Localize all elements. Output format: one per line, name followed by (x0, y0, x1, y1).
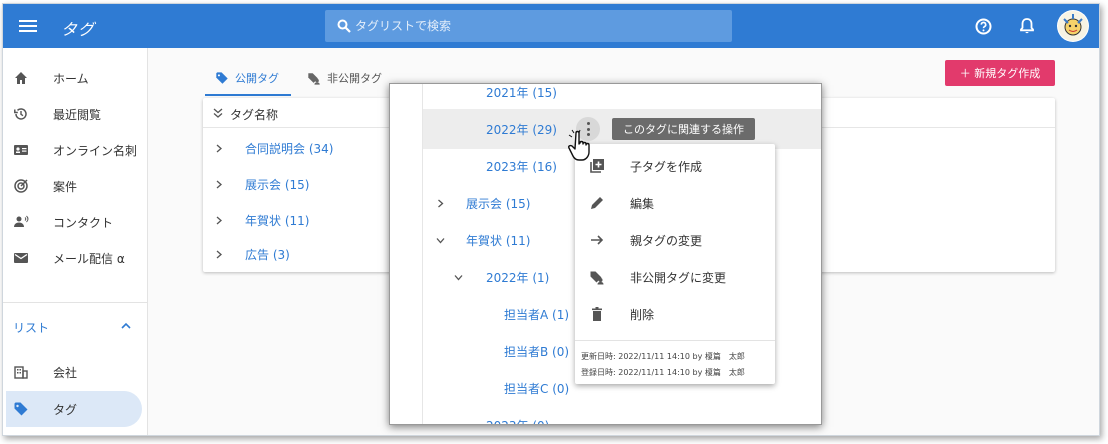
sidebar-item-label: コンタクト (53, 216, 114, 230)
sidebar-item-label: 案件 (53, 180, 78, 194)
private-tag-icon (590, 271, 604, 285)
search-input[interactable] (355, 10, 715, 42)
sidebar: ホーム 最近閲覧 オンライン名刺 案件 コンタクト メール配信 α リスト 会社 (3, 48, 148, 435)
tab-private-tags[interactable]: 非公開タグ (307, 70, 382, 86)
collapse-all-icon[interactable] (213, 108, 223, 118)
chevron-right-icon[interactable] (215, 144, 223, 153)
menu-item-create-child[interactable]: 子タグを作成 (575, 147, 775, 184)
sidebar-item-company[interactable]: 会社 (3, 354, 148, 390)
sidebar-item-label: メール配信 α (53, 252, 125, 266)
tag-label[interactable]: 年賀状 (11) (245, 212, 309, 229)
chevron-right-icon[interactable] (436, 199, 445, 208)
hand-pointer-icon (568, 129, 590, 161)
tag-label[interactable]: 2023年 (16) (486, 158, 557, 175)
menu-item-label: 子タグを作成 (630, 160, 703, 174)
mail-icon (14, 253, 28, 263)
menu-item-make-private[interactable]: 非公開タグに変更 (575, 258, 775, 295)
tab-label: 公開タグ (235, 72, 279, 85)
search-icon (337, 19, 351, 33)
menu-item-label: 編集 (630, 197, 655, 211)
context-menu: 子タグを作成 編集 親タグの変更 非公開タグに変更 削除 更新日時: 2022/… (575, 144, 775, 384)
tag-label[interactable]: 年賀状 (11) (466, 232, 530, 249)
home-icon (15, 72, 27, 84)
zoom-callout: 2021年 (15) 2022年 (29) 2023年 (16) 展示会 (15… (389, 83, 822, 425)
menu-item-label: 親タグの変更 (630, 234, 703, 248)
chevron-up-icon[interactable] (121, 322, 131, 330)
building-icon (14, 366, 28, 379)
sidebar-item-online-card[interactable]: オンライン名刺 (3, 132, 148, 168)
tooltip: このタグに関連する操作 (612, 118, 755, 140)
sidebar-item-label: タグ (53, 403, 78, 417)
new-tag-button[interactable]: ＋ 新規タグ作成 (945, 60, 1055, 86)
tag-icon (14, 402, 28, 416)
pencil-icon (591, 197, 603, 209)
history-icon (14, 108, 27, 120)
menu-item-edit[interactable]: 編集 (575, 184, 775, 221)
created-timestamp: 登録日時: 2022/11/11 14:10 by 榎篇 太郎 (581, 368, 745, 377)
private-tag-icon (308, 73, 320, 85)
bell-icon[interactable] (1019, 17, 1035, 35)
sidebar-item-label: 最近閲覧 (53, 108, 102, 122)
sidebar-item-label: 会社 (53, 366, 78, 380)
avatar[interactable] (1057, 10, 1089, 42)
app-window: タグ ホーム 最近閲覧 オンライン名刺 案件 コンタクト (2, 3, 1100, 436)
tag-label[interactable]: 展示会 (15) (466, 195, 530, 212)
page-title: タグ (61, 20, 96, 39)
chevron-down-icon[interactable] (436, 236, 445, 245)
tag-label[interactable]: 担当者C (0) (504, 380, 569, 397)
sidebar-item-recent[interactable]: 最近閲覧 (3, 96, 148, 132)
divider (3, 302, 148, 303)
sidebar-item-mail[interactable]: メール配信 α (3, 240, 148, 276)
sidebar-item-label: オンライン名刺 (53, 144, 138, 158)
tag-icon (216, 72, 228, 84)
card-icon (14, 145, 28, 155)
contact-icon (14, 215, 29, 227)
updated-timestamp: 更新日時: 2022/11/11 14:10 by 榎篇 太郎 (581, 352, 745, 361)
target-icon (14, 179, 28, 193)
tag-label[interactable]: 2022年 (1) (486, 269, 549, 286)
sidebar-item-tag[interactable]: タグ (3, 391, 148, 427)
tag-label[interactable]: 担当者B (0) (504, 343, 569, 360)
tag-label[interactable]: 担当者A (1) (504, 306, 569, 323)
arrow-right-icon (591, 235, 604, 245)
menu-item-delete[interactable]: 削除 (575, 295, 775, 332)
tab-label: 非公開タグ (327, 72, 382, 85)
menu-item-label: 非公開タグに変更 (630, 271, 727, 285)
chevron-down-icon[interactable] (454, 273, 463, 282)
tag-label[interactable]: 2023年 (0) (486, 417, 549, 424)
divider (575, 340, 775, 341)
chevron-right-icon[interactable] (215, 216, 223, 225)
menu-item-change-parent[interactable]: 親タグの変更 (575, 221, 775, 258)
tab-public-tags[interactable]: 公開タグ (215, 70, 279, 86)
column-header: タグ名称 (230, 108, 279, 122)
sidebar-item-home[interactable]: ホーム (3, 60, 148, 96)
chevron-right-icon[interactable] (215, 250, 223, 259)
trash-icon (592, 307, 602, 321)
sidebar-item-deals[interactable]: 案件 (3, 168, 148, 204)
tag-label[interactable]: 展示会 (15) (245, 176, 309, 193)
help-icon[interactable] (975, 18, 992, 35)
active-tab-indicator (205, 94, 291, 96)
menu-item-label: 削除 (630, 308, 655, 322)
tag-label[interactable]: 合同説明会 (34) (245, 140, 333, 157)
top-app-bar: タグ (3, 4, 1099, 48)
search-box[interactable] (325, 10, 732, 42)
tag-label[interactable]: 2022年 (29) (486, 121, 557, 138)
tag-label[interactable]: 2021年 (15) (486, 84, 557, 101)
sidebar-section-list[interactable]: リスト (13, 319, 49, 336)
hamburger-menu-icon[interactable] (19, 17, 37, 35)
tag-label[interactable]: 広告 (3) (245, 246, 290, 263)
sidebar-item-contacts[interactable]: コンタクト (3, 204, 148, 240)
sidebar-item-label: ホーム (53, 72, 89, 86)
chevron-right-icon[interactable] (215, 180, 223, 189)
